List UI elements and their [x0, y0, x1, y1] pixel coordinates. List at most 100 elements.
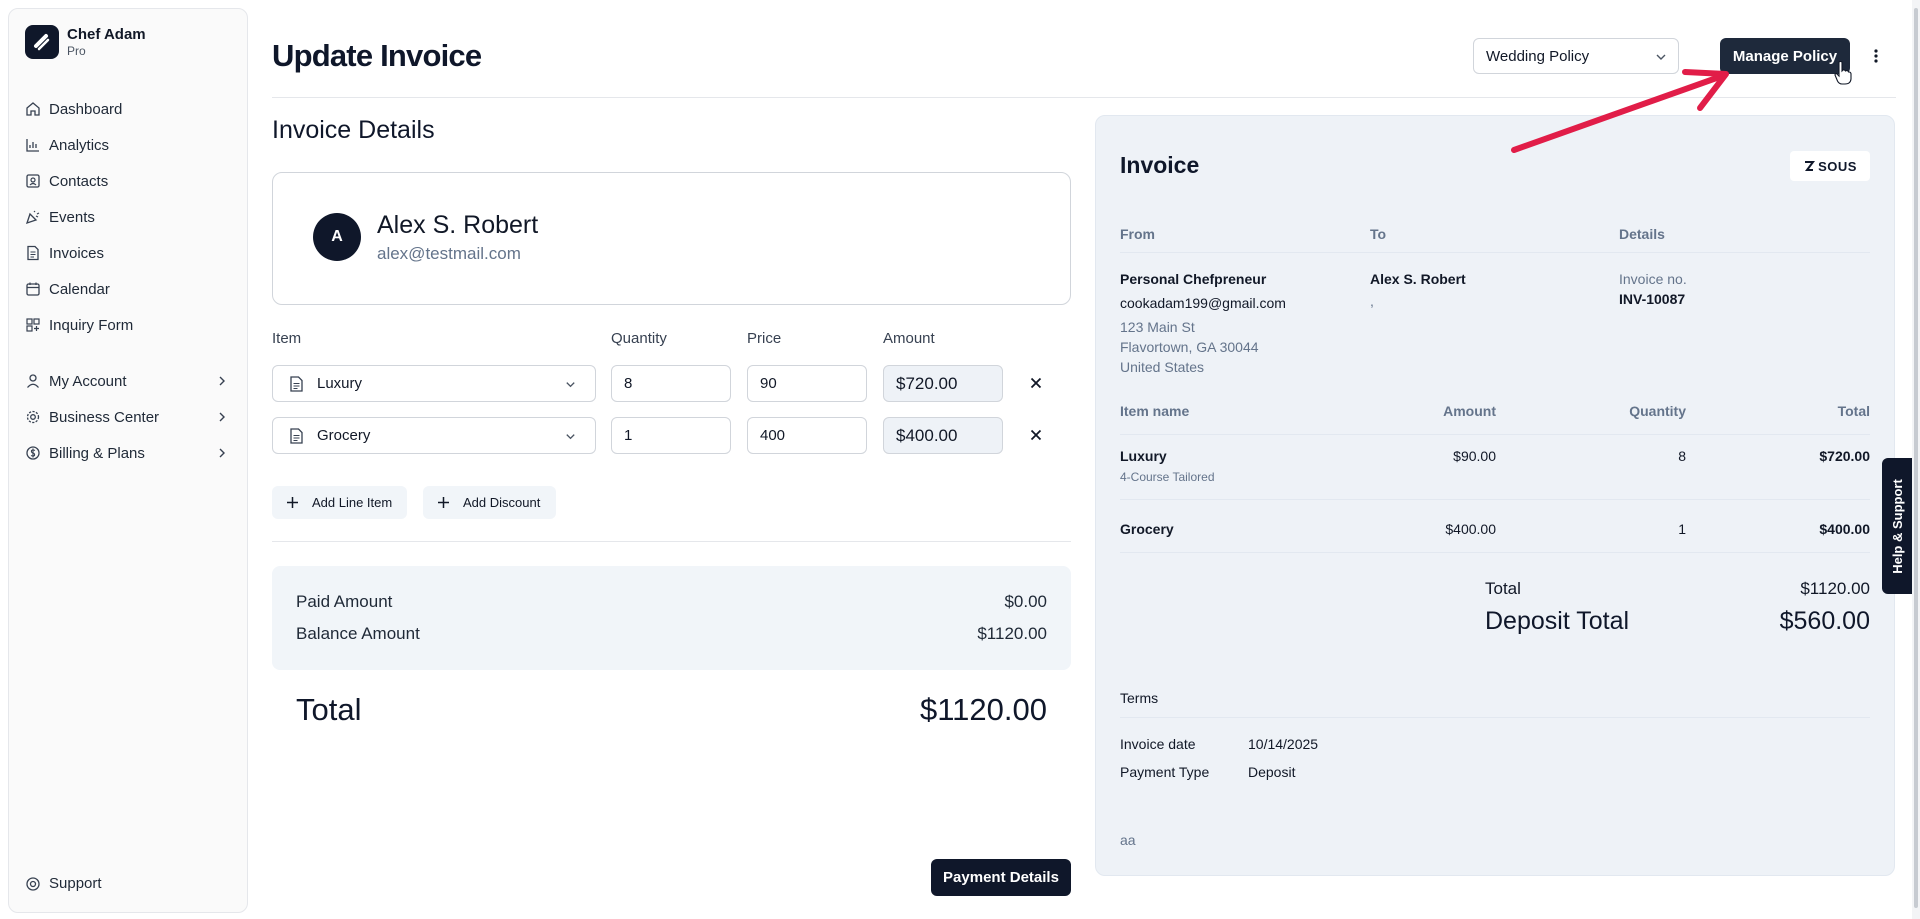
form-divider: [272, 541, 1071, 542]
invoice-row-total: $400.00: [1819, 521, 1870, 537]
scrollbar-thumb[interactable]: [1914, 8, 1918, 908]
chevron-right-icon: [219, 448, 225, 458]
more-options-icon[interactable]: [1866, 44, 1886, 68]
balance-amount-value: $1120.00: [977, 624, 1047, 643]
support-label: Support: [49, 875, 102, 892]
deposit-total-value: $560.00: [1779, 607, 1870, 635]
chevron-down-icon: [566, 382, 575, 388]
sidebar-item-label: Billing & Plans: [49, 444, 145, 462]
invoice-note: aa: [1120, 832, 1136, 848]
invoice-row-quantity: 1: [1678, 521, 1686, 537]
column-header-amount: Amount: [883, 330, 935, 347]
document-icon: [290, 376, 303, 392]
brand[interactable]: Chef Adam Pro: [25, 25, 146, 59]
sidebar-item-support[interactable]: Support: [25, 875, 102, 892]
paid-amount-label: Paid Amount: [296, 592, 393, 611]
line-item-select[interactable]: Grocery: [272, 417, 596, 454]
payment-type-label: Payment Type: [1120, 764, 1210, 780]
sidebar-group-billing-plans[interactable]: Billing & Plans: [23, 435, 235, 471]
payment-summary: Paid Amount $0.00 Balance Amount $1120.0…: [272, 566, 1071, 670]
plus-icon: [287, 497, 298, 508]
form-total-row: Total $1120.00: [296, 692, 1047, 728]
from-city: Flavortown, GA 30044: [1120, 339, 1259, 355]
lifebuoy-icon: [26, 876, 40, 891]
form-icon: [26, 318, 40, 332]
line-amount: $400.00: [883, 417, 1003, 454]
chevron-right-icon: [219, 412, 225, 422]
sidebar-item-contacts[interactable]: Contacts: [23, 163, 235, 199]
details-heading: Details: [1619, 226, 1665, 242]
invoice-no: INV-10087: [1619, 291, 1686, 307]
sous-logo-icon: [1805, 161, 1816, 171]
from-heading: From: [1120, 226, 1155, 242]
sidebar-item-label: My Account: [49, 372, 127, 390]
sous-logo: SOUS: [1790, 151, 1870, 181]
add-line-item-button[interactable]: Add Line Item: [272, 486, 407, 519]
invoice-date-label: Invoice date: [1120, 736, 1196, 752]
sidebar-item-label: Business Center: [49, 408, 160, 426]
sidebar-item-inquiry-form[interactable]: Inquiry Form: [23, 307, 235, 343]
hand-cursor-icon: [1834, 60, 1852, 85]
sidebar-nav: Dashboard Analytics Contacts Events Invo…: [23, 91, 235, 471]
sidebar-item-dashboard[interactable]: Dashboard: [23, 91, 235, 127]
sidebar-item-label: Invoices: [49, 244, 105, 262]
invoice-row-sub: 4-Course Tailored: [1120, 470, 1215, 484]
sidebar-item-invoices[interactable]: Invoices: [23, 235, 235, 271]
add-discount-button[interactable]: Add Discount: [423, 486, 556, 519]
price-input[interactable]: 400: [747, 417, 867, 454]
to-extra: ,: [1370, 293, 1374, 309]
sidebar-group-business-center[interactable]: Business Center: [23, 399, 235, 435]
line-item-name: Luxury: [317, 375, 363, 392]
form-total-label: Total: [296, 692, 362, 727]
invoice-row-name: Grocery: [1120, 521, 1174, 537]
divider: [1120, 499, 1870, 500]
invoice-total-value: $1120.00: [1800, 579, 1870, 598]
from-email: cookadam199@gmail.com: [1120, 295, 1286, 311]
sidebar-item-label: Events: [49, 208, 95, 226]
sidebar-item-events[interactable]: Events: [23, 199, 235, 235]
quantity-input[interactable]: 1: [611, 417, 731, 454]
dollar-icon: [26, 446, 40, 460]
price-input[interactable]: 90: [747, 365, 867, 402]
annotation-arrow-icon: [1511, 69, 1729, 153]
quantity-input[interactable]: 8: [611, 365, 731, 402]
brand-plan: Pro: [67, 43, 86, 58]
sidebar-item-analytics[interactable]: Analytics: [23, 127, 235, 163]
sous-logo-text: SOUS: [1818, 158, 1857, 174]
terms-heading: Terms: [1120, 690, 1159, 706]
invoice-preview: Invoice SOUS From To Details Personal Ch…: [1095, 115, 1895, 876]
help-support-tab[interactable]: Help & Support: [1882, 458, 1912, 594]
invoice-total-label: Total: [1485, 579, 1521, 598]
avatar: A: [313, 213, 361, 261]
remove-line-icon[interactable]: [1027, 426, 1045, 444]
contact-icon: [26, 174, 40, 188]
paid-amount-value: $0.00: [1004, 592, 1047, 611]
chevron-down-icon: [566, 434, 575, 440]
page-title: Update Invoice: [272, 38, 482, 73]
chevron-right-icon: [219, 376, 225, 386]
document-icon: [290, 428, 303, 444]
remove-line-icon[interactable]: [1027, 374, 1045, 392]
divider: [1120, 552, 1870, 553]
invoice-title: Invoice: [1120, 152, 1200, 178]
invoice-row-quantity: 8: [1678, 448, 1686, 464]
invoice-row-name: Luxury: [1120, 448, 1167, 464]
balance-amount-row: Balance Amount $1120.00: [296, 624, 1047, 644]
paid-amount-row: Paid Amount $0.00: [296, 592, 1047, 612]
sidebar-item-label: Dashboard: [49, 100, 123, 118]
invoice-no-label: Invoice no.: [1619, 271, 1687, 287]
invoice-row-total: $720.00: [1819, 448, 1870, 464]
calendar-icon: [26, 282, 40, 296]
deposit-total-label: Deposit Total: [1485, 607, 1630, 635]
sidebar-item-calendar[interactable]: Calendar: [23, 271, 235, 307]
line-item-select[interactable]: Luxury: [272, 365, 596, 402]
payment-details-button[interactable]: Payment Details: [931, 859, 1071, 896]
line-amount: $720.00: [883, 365, 1003, 402]
divider: [1120, 252, 1870, 253]
sidebar-group-my-account[interactable]: My Account: [23, 363, 235, 399]
divider: [1120, 434, 1870, 435]
client-card[interactable]: A Alex S. Robert alex@testmail.com: [272, 172, 1071, 305]
brand-name: Chef Adam: [67, 25, 146, 43]
from-street: 123 Main St: [1120, 319, 1195, 335]
to-heading: To: [1370, 226, 1387, 242]
